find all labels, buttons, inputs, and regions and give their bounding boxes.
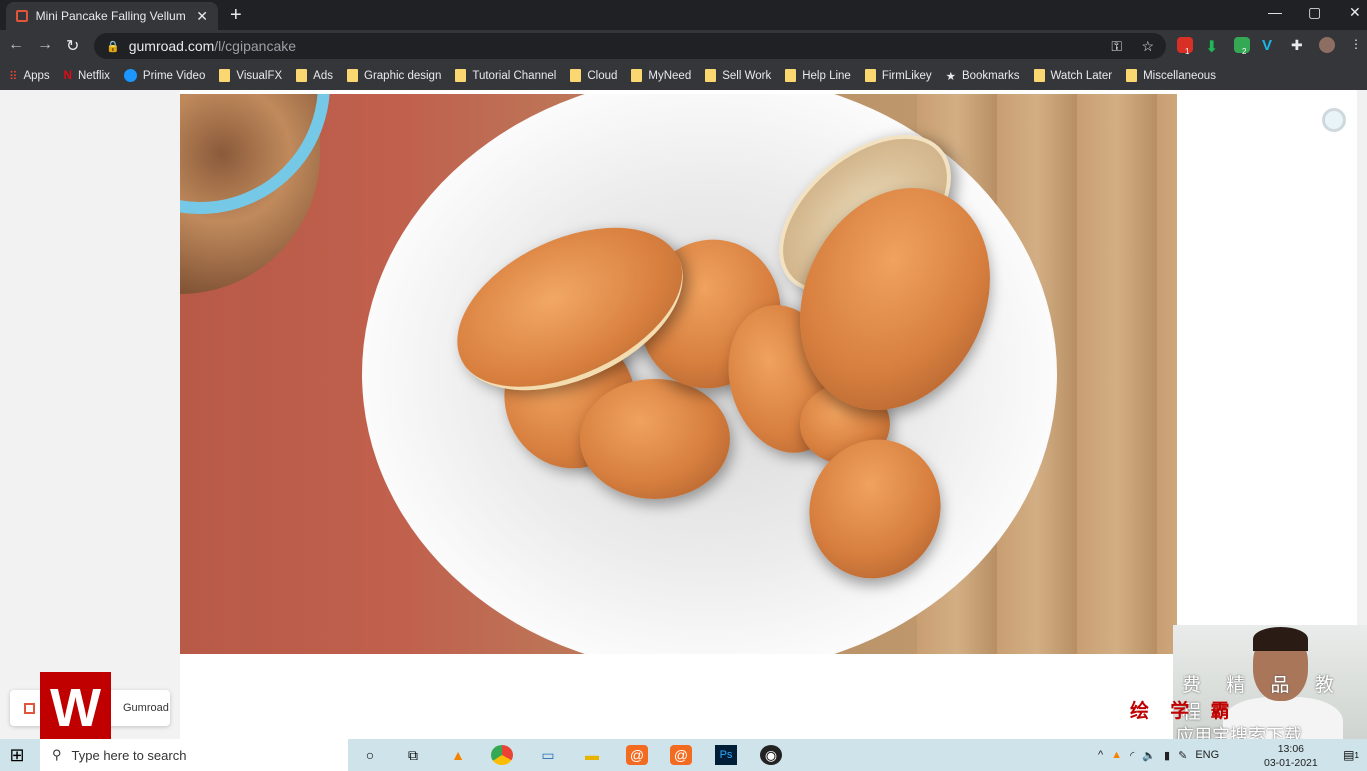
lock-icon: 🔒 (106, 40, 120, 53)
download-label: Gumroad (123, 702, 169, 714)
reload-button[interactable]: ↻ (66, 36, 79, 56)
close-window-button[interactable]: ✕ (1349, 4, 1361, 21)
minimize-button[interactable]: — (1268, 4, 1282, 20)
bookmark-folder[interactable]: Tutorial Channel (455, 69, 556, 82)
bookmark-folder[interactable]: Sell Work (705, 69, 771, 82)
bookmark-folder[interactable]: FirmLikey (864, 69, 932, 82)
product-preview-image[interactable] (180, 94, 1177, 654)
chevron-up-icon[interactable]: ^ (1098, 749, 1103, 761)
menu-icon[interactable]: ⋮ (1350, 37, 1366, 53)
watermark-brand: 绘 学 霸 (1130, 701, 1238, 722)
search-icon: ⚲ (52, 747, 62, 762)
url-domain: gumroad.com (128, 38, 215, 54)
address-bar[interactable]: 🔒 gumroad.com/l/cgipancake ⚿ ☆ (94, 33, 1166, 59)
back-button[interactable]: ← (8, 36, 24, 54)
file-explorer-icon[interactable]: ▬ (581, 745, 603, 765)
page-content: Gumroad W 费 精 品 教 程 绘 学 霸 应用宝搜索下载 (0, 90, 1367, 746)
notification-icon[interactable]: ▤ 1 (1340, 745, 1362, 765)
profile-avatar[interactable] (1319, 37, 1335, 53)
clock[interactable]: 13:06 03-01-2021 (1264, 742, 1318, 770)
bookmark-folder[interactable]: Miscellaneous (1126, 69, 1216, 82)
obs-icon[interactable]: ◉ (760, 745, 782, 765)
forward-button[interactable]: → (37, 36, 53, 54)
folder-icon (219, 69, 231, 82)
wifi-icon[interactable]: ◜ (1130, 749, 1134, 762)
volume-icon[interactable]: 🔈 (1142, 749, 1156, 762)
new-tab-button[interactable]: + (230, 4, 242, 27)
photoshop-icon[interactable]: Ps (715, 745, 737, 765)
star-icon: ★ (945, 70, 956, 83)
extension-icon[interactable]: 1 (1177, 37, 1193, 56)
vimeo-icon[interactable]: V (1262, 37, 1278, 54)
folder-icon (631, 69, 643, 82)
prime-video-icon (123, 69, 137, 82)
houdini-icon[interactable]: @ (670, 745, 692, 765)
bookmark-folder[interactable]: Cloud (570, 69, 617, 82)
gumroad-favicon-icon (24, 702, 35, 714)
gumroad-favicon-icon (16, 10, 28, 22)
bookmark-folder[interactable]: VisualFX (219, 69, 282, 82)
folder-icon (1033, 69, 1045, 82)
language-indicator[interactable]: ENG (1195, 749, 1219, 761)
tab-strip: Mini Pancake Falling Vellum FX | G ✕ + —… (0, 0, 1367, 30)
bookmark-folder[interactable]: MyNeed (631, 69, 691, 82)
folder-icon (296, 69, 308, 82)
folder-icon (705, 69, 717, 82)
browser-toolbar: ← → ↻ 🔒 gumroad.com/l/cgipancake ⚿ ☆ 1 ⬇… (0, 30, 1367, 61)
windows-start-icon[interactable]: ⊞ (6, 745, 28, 765)
star-icon[interactable]: ☆ (1141, 38, 1154, 55)
bookmark-netflix[interactable]: N Netflix (64, 70, 110, 82)
tab-title: Mini Pancake Falling Vellum FX | G (35, 9, 189, 23)
computer-icon[interactable]: ▭ (537, 745, 559, 765)
houdini-icon[interactable]: @ (626, 745, 648, 765)
folder-icon (785, 69, 797, 82)
folder-icon (347, 69, 358, 82)
vlc-icon[interactable]: ▲ (447, 745, 469, 765)
url-path: /l/cgipancake (214, 38, 297, 54)
taskbar: ⊞ ⚲ Type here to search ○ ⧉ ▲ ▭ ▬ @ @ Ps… (0, 739, 1367, 771)
close-tab-icon[interactable]: ✕ (196, 8, 208, 25)
cortana-icon[interactable]: ○ (359, 745, 381, 765)
account-avatar[interactable] (1322, 108, 1346, 132)
taskbar-search[interactable]: ⚲ Type here to search (40, 739, 348, 771)
apps-grid-icon: ⠿ (9, 70, 18, 83)
vlc-tray-icon[interactable]: ▲ (1111, 749, 1122, 761)
chrome-icon[interactable] (491, 745, 513, 765)
download-arrow-icon[interactable]: ⬇ (1205, 37, 1221, 56)
folder-icon (864, 69, 876, 82)
bookmark-folder[interactable]: Ads (296, 69, 333, 82)
bookmark-folder[interactable]: Watch Later (1033, 69, 1112, 82)
battery-icon[interactable]: ▮ (1164, 749, 1170, 762)
task-view-icon[interactable]: ⧉ (402, 745, 424, 765)
bookmark-bookmarks[interactable]: ★ Bookmarks (946, 69, 1020, 83)
bookmarks-bar: ⠿ Apps N Netflix Prime Video VisualFX Ads … (0, 61, 1367, 90)
bookmark-apps[interactable]: ⠿ Apps (9, 69, 50, 83)
pen-icon[interactable]: ✎ (1178, 749, 1187, 762)
netflix-icon: N (63, 69, 72, 82)
folder-icon (455, 69, 467, 82)
system-tray: ^ ▲ ◜ 🔈 ▮ ✎ ENG (1098, 739, 1219, 771)
puzzle-icon[interactable]: ✚ (1291, 37, 1307, 53)
key-icon[interactable]: ⚿ (1111, 38, 1122, 55)
folder-icon (1126, 69, 1138, 82)
bookmark-folder[interactable]: Graphic design (347, 69, 441, 82)
bookmark-folder[interactable]: Help Line (785, 69, 851, 82)
tab-active[interactable]: Mini Pancake Falling Vellum FX | G ✕ (6, 2, 218, 30)
shield-extension-icon[interactable]: 2 (1234, 37, 1250, 56)
maximize-button[interactable]: ▢ (1308, 4, 1321, 21)
folder-icon (570, 69, 582, 82)
bookmark-prime-video[interactable]: Prime Video (123, 69, 205, 82)
watermark-logo: W (40, 672, 111, 743)
